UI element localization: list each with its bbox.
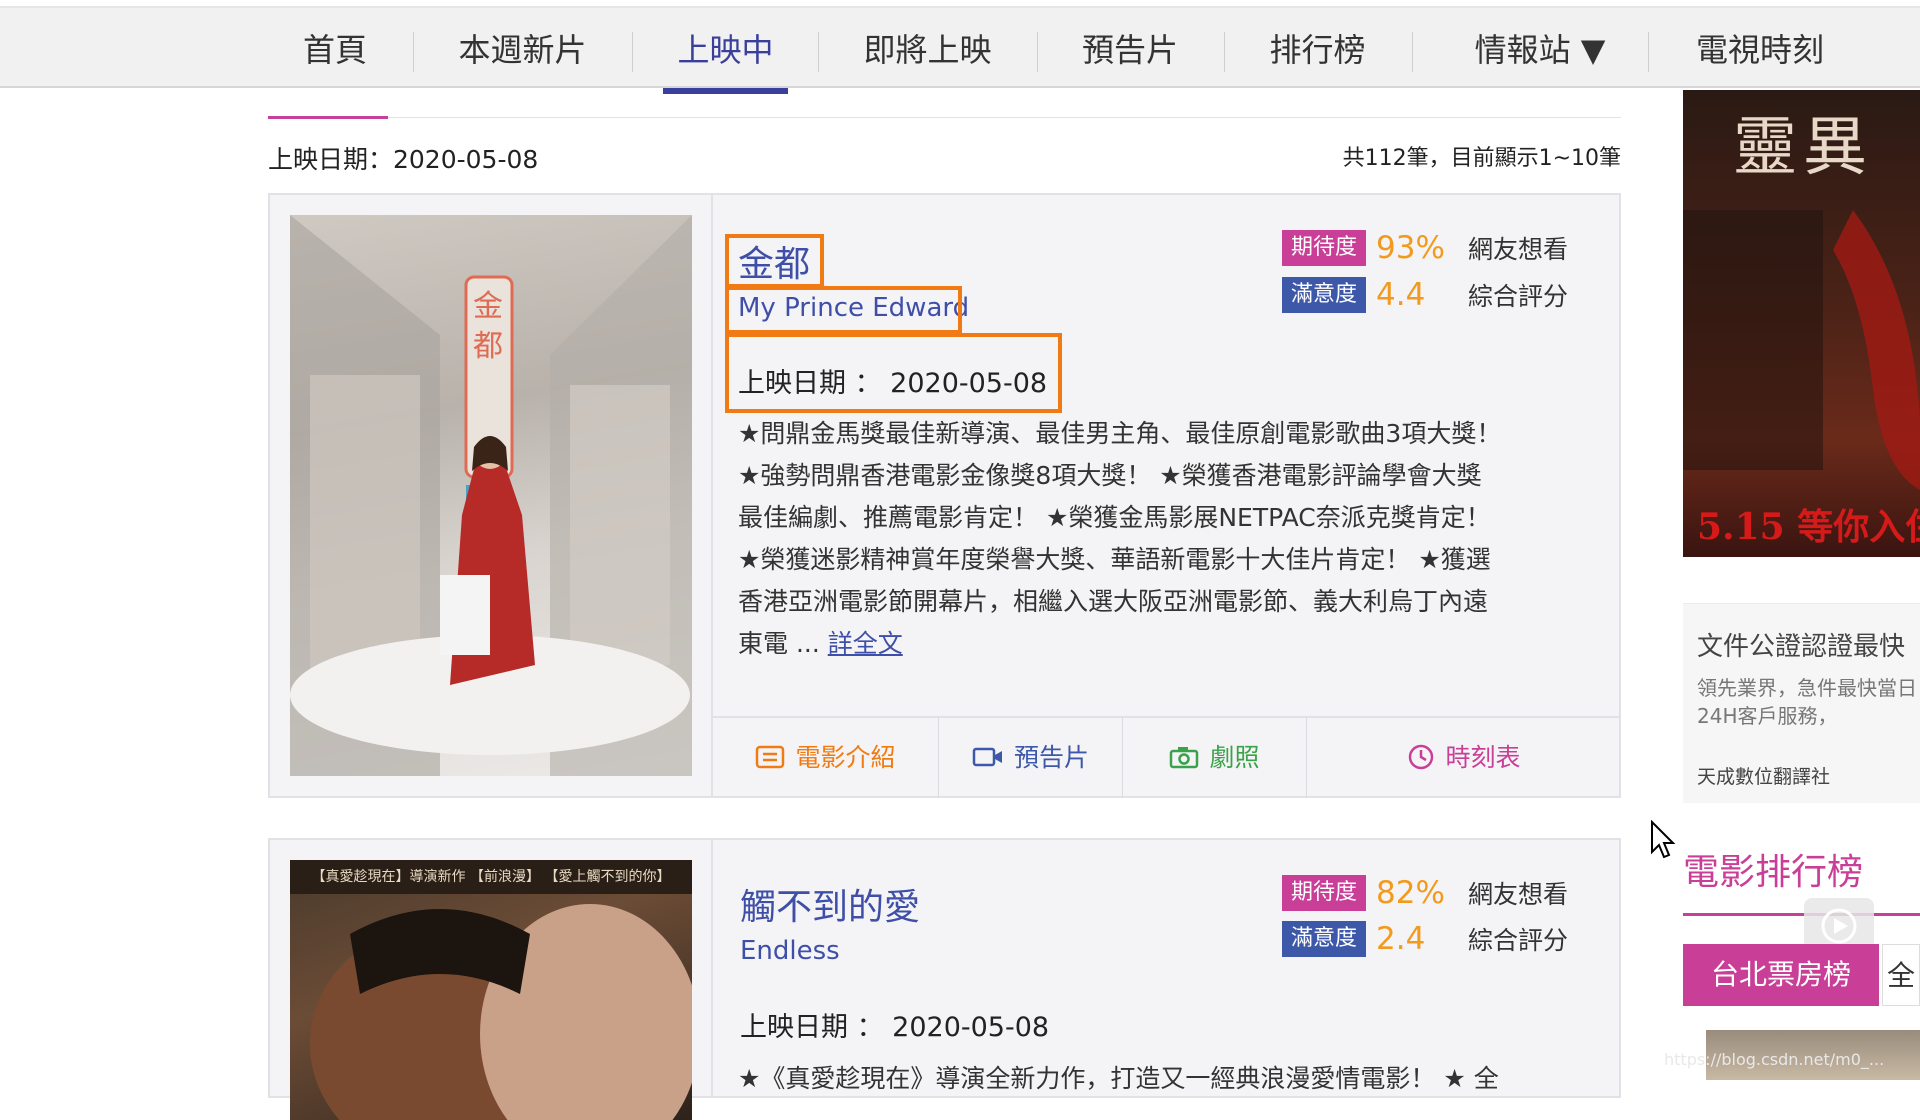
read-more-link[interactable]: 詳全文	[828, 629, 903, 658]
text-ad-body: 領先業界，急件最快當日 認證，24H客戶服務，	[1697, 676, 1920, 728]
nav-item-now-showing[interactable]: 上映中	[663, 8, 788, 88]
expectation-label: 網友想看	[1468, 235, 1569, 264]
poster-column: 【真愛趁現在】導演新作 【前浪漫】 【愛上觸不到的你】	[270, 840, 713, 1120]
highlight-box-title	[725, 234, 824, 288]
sidebar-text-ad[interactable]: 文件公證認證最快 領先業界，急件最快當日 認證，24H客戶服務， 天成數位翻譯社	[1683, 603, 1920, 803]
ad-date-text: 5.15 等你入住	[1697, 506, 1920, 548]
expectation-row: 期待度 82% 網友想看	[1282, 875, 1568, 911]
video-camera-icon	[972, 747, 1002, 767]
movie-description: ★問鼎金馬獎最佳新導演、最佳男主角、最佳原創電影歌曲3項大獎！ ★強勢問鼎香港電…	[738, 419, 1502, 658]
nav-item-rankings[interactable]: 排行榜	[1260, 8, 1375, 88]
tab-taipei-box-office[interactable]: 台北票房榜	[1683, 944, 1879, 1006]
satisfaction-badge: 滿意度	[1282, 921, 1366, 957]
poster-column: 金 都	[270, 195, 713, 796]
trailer-button[interactable]: 預告片	[939, 718, 1122, 798]
ranking-title: 電影排行榜	[1683, 852, 1864, 893]
nav-divider	[413, 32, 414, 72]
text-ad-source: 天成數位翻譯社	[1697, 766, 1831, 788]
nav-divider	[632, 32, 633, 72]
movie-card: 【真愛趁現在】導演新作 【前浪漫】 【愛上觸不到的你】 觸不到的愛 Endles…	[268, 838, 1621, 1120]
poster-sign-text: 金 都	[473, 289, 503, 364]
expectation-value: 93%	[1376, 230, 1445, 266]
poster-illustration	[310, 904, 692, 1120]
movie-description: ★《真愛趁現在》導演全新力作，打造又一經典浪漫愛情電影！ ★ 全	[738, 1064, 1499, 1093]
mouse-cursor-icon	[1651, 820, 1676, 859]
satisfaction-badge: 滿意度	[1282, 277, 1366, 313]
satisfaction-row: 滿意度 2.4 綜合評分	[1282, 921, 1568, 957]
watermark-text: https://blog.csdn.net/m0_...	[1664, 1050, 1885, 1069]
nav-item-new-this-week[interactable]: 本週新片	[450, 8, 595, 88]
main-nav: 首頁 本週新片 上映中 即將上映 預告片 排行榜 情報站 ▼ 電視時刻	[0, 8, 1920, 94]
expectation-badge: 期待度	[1282, 875, 1366, 911]
result-count: 共112筆，目前顯示1~10筆	[1342, 146, 1621, 171]
expectation-badge: 期待度	[1282, 230, 1366, 266]
nav-item-coming-soon[interactable]: 即將上映	[855, 8, 1000, 88]
showtimes-button[interactable]: 時刻表	[1307, 718, 1621, 798]
expectation-row: 期待度 93% 網友想看	[1282, 230, 1568, 266]
movie-card: 金 都 金都 My Prince Edward 上映日期 ： 2020-05-0…	[268, 193, 1621, 798]
clock-icon	[1409, 744, 1434, 770]
nav-item-home[interactable]: 首頁	[290, 8, 380, 88]
nav-divider	[818, 32, 819, 72]
section-divider	[388, 117, 1621, 118]
satisfaction-label: 綜合評分	[1468, 926, 1569, 955]
satisfaction-label: 綜合評分	[1468, 282, 1569, 311]
ad-artwork	[1683, 210, 1920, 490]
movie-poster[interactable]: 【真愛趁現在】導演新作 【前浪漫】 【愛上觸不到的你】	[290, 860, 692, 1120]
highlight-box-english-title	[725, 286, 962, 334]
expectation-value: 82%	[1376, 875, 1445, 911]
highlight-box-release-date	[725, 333, 1062, 413]
nav-divider	[1412, 32, 1413, 72]
satisfaction-value: 4.4	[1376, 277, 1426, 313]
movie-info-button[interactable]: 電影介紹	[713, 718, 938, 798]
tab-nationwide-box-office[interactable]: 全	[1882, 944, 1920, 1006]
nav-item-trailers[interactable]: 預告片	[1075, 8, 1185, 88]
movie-release-date: 上映日期 ： 2020-05-08	[740, 1012, 1050, 1043]
nav-item-news-dropdown[interactable]: 情報站 ▼	[1470, 8, 1610, 88]
movie-poster[interactable]: 金 都	[290, 215, 692, 776]
movie-action-bar: 電影介紹 預告片 劇照 時刻表	[713, 716, 1621, 798]
camera-icon	[1170, 747, 1199, 769]
expectation-label: 網友想看	[1468, 880, 1569, 909]
section-accent-bar	[268, 116, 388, 119]
ranking-underline	[1683, 913, 1920, 916]
top-border	[0, 0, 1920, 8]
text-ad-title[interactable]: 文件公證認證最快	[1697, 626, 1905, 663]
nav-divider	[1037, 32, 1038, 72]
active-tab-indicator	[663, 88, 788, 94]
nav-item-tv-schedule[interactable]: 電視時刻	[1690, 8, 1830, 88]
movie-title-zh[interactable]: 觸不到的愛	[740, 878, 920, 930]
nav-divider	[1224, 32, 1225, 72]
release-date-heading: 上映日期：2020-05-08	[268, 145, 539, 174]
stills-button[interactable]: 劇照	[1123, 718, 1306, 798]
movie-title-en[interactable]: Endless	[740, 936, 840, 966]
nav-divider	[1648, 32, 1649, 72]
sidebar-ad-banner[interactable]: 靈異 5.15 等你入住	[1683, 90, 1920, 557]
satisfaction-row: 滿意度 4.4 綜合評分	[1282, 277, 1568, 313]
satisfaction-value: 2.4	[1376, 921, 1426, 957]
info-card-icon	[756, 745, 785, 769]
poster-banner-text: 【真愛趁現在】導演新作 【前浪漫】 【愛上觸不到的你】	[290, 860, 692, 894]
